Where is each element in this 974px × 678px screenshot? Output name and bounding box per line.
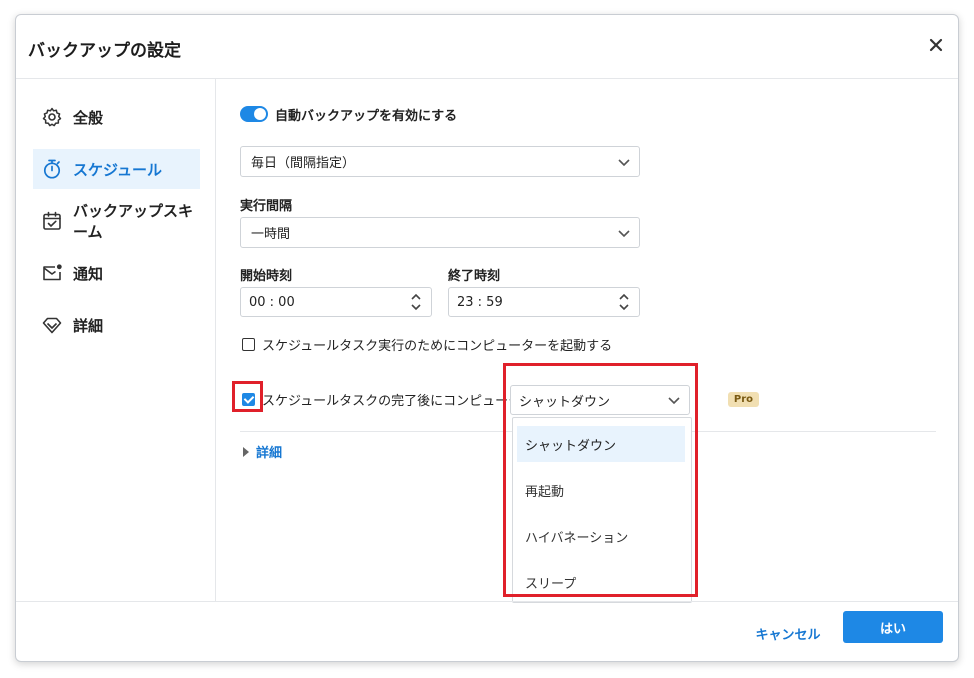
auto-backup-toggle[interactable] [240, 106, 268, 122]
sidebar-item-backup-scheme[interactable]: バックアップスキーム [33, 201, 200, 241]
ok-button[interactable]: はい [843, 611, 943, 643]
details-expander[interactable]: 詳細 [243, 442, 282, 461]
start-time-value: 00 : 00 [249, 294, 295, 310]
details-label: 詳細 [256, 446, 283, 461]
sidebar-item-label: バックアップスキーム [73, 202, 194, 241]
after-task-option: スケジュールタスクの完了後にコンピューターを [242, 390, 547, 409]
schedule-panel: 自動バックアップを有効にする 毎日（間隔指定） 実行間隔 一時間 開始時刻 00… [216, 79, 960, 603]
sidebar-item-label: 全般 [73, 108, 104, 127]
sidebar-item-advanced[interactable]: 詳細 [33, 305, 200, 345]
sidebar-item-schedule[interactable]: スケジュール [33, 149, 200, 189]
checkbox-highlight-box [232, 381, 263, 412]
diamond-icon [41, 314, 63, 336]
gear-icon [41, 106, 63, 128]
frequency-select[interactable]: 毎日（間隔指定） [240, 146, 640, 177]
chevron-down-icon [618, 159, 630, 167]
close-icon[interactable] [926, 35, 946, 55]
interval-select[interactable]: 一時間 [240, 217, 640, 248]
mail-notification-icon [41, 262, 63, 284]
chevron-down-icon [618, 230, 630, 238]
sidebar-item-label: スケジュール [73, 160, 162, 179]
calendar-check-icon [41, 210, 63, 232]
dialog-title-bar: バックアップの設定 [16, 15, 958, 79]
dropdown-highlight-box [503, 363, 698, 597]
interval-label: 実行間隔 [240, 199, 293, 214]
settings-dialog: バックアップの設定 全般 スケジュール バックアップスキーム 通知 詳細 自動バ… [15, 14, 959, 662]
up-down-arrows-icon[interactable] [617, 291, 631, 313]
expand-triangle-icon [243, 446, 249, 457]
frequency-value: 毎日（間隔指定） [251, 156, 356, 171]
start-time-input[interactable]: 00 : 00 [240, 287, 432, 317]
dialog-title: バックアップの設定 [28, 41, 181, 61]
timer-icon [41, 158, 63, 180]
settings-sidebar: 全般 スケジュール バックアップスキーム 通知 詳細 [16, 79, 216, 601]
sidebar-item-label: 通知 [73, 264, 104, 283]
end-time-label: 終了時刻 [448, 269, 501, 284]
sidebar-item-label: 詳細 [73, 316, 104, 335]
sidebar-item-general[interactable]: 全般 [33, 97, 200, 137]
wake-computer-checkbox[interactable] [242, 338, 255, 351]
start-time-label: 開始時刻 [240, 269, 293, 284]
end-time-input[interactable]: 23 : 59 [448, 287, 640, 317]
auto-backup-label: 自動バックアップを有効にする [275, 109, 458, 124]
dialog-footer: キャンセル はい [16, 601, 958, 663]
pro-badge: Pro [728, 392, 759, 407]
sidebar-item-notification[interactable]: 通知 [33, 253, 200, 293]
cancel-button[interactable]: キャンセル [748, 620, 828, 646]
wake-computer-label: スケジュールタスク実行のためにコンピューターを起動する [262, 339, 613, 354]
interval-value: 一時間 [251, 227, 291, 242]
end-time-value: 23 : 59 [457, 294, 503, 310]
up-down-arrows-icon[interactable] [409, 291, 423, 313]
wake-computer-option: スケジュールタスク実行のためにコンピューターを起動する [242, 335, 612, 354]
